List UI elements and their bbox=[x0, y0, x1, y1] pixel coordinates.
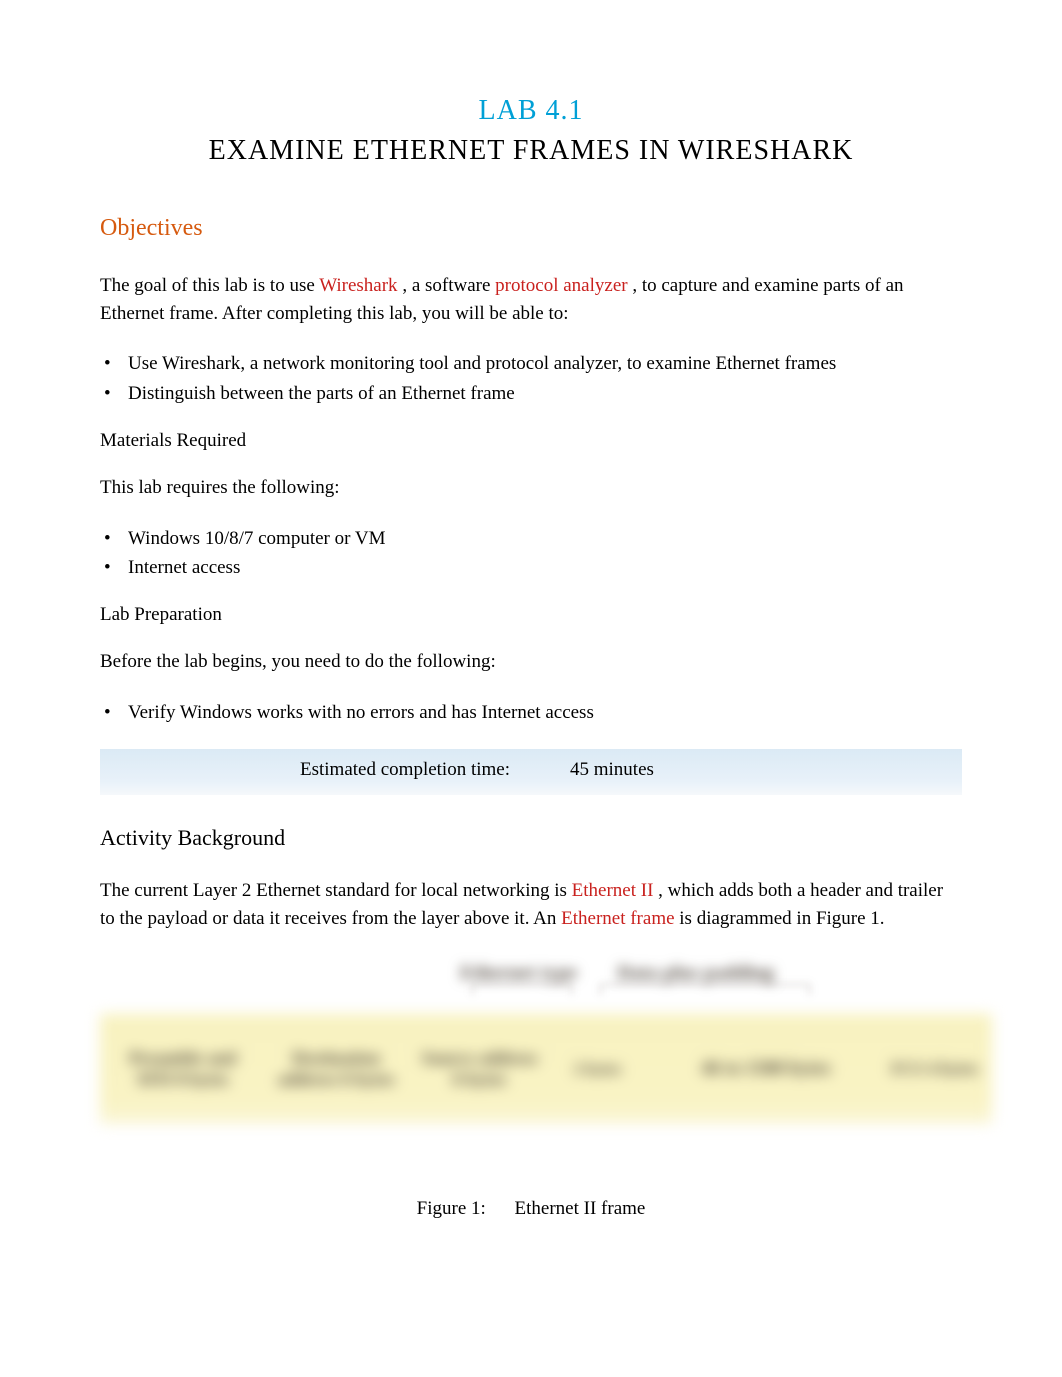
prep-intro: Before the lab begins, you need to do th… bbox=[100, 648, 962, 676]
term-wireshark: Wireshark bbox=[319, 275, 397, 296]
list-item: Use Wireshark, a network monitoring tool… bbox=[100, 349, 962, 378]
time-value: 45 minutes bbox=[570, 759, 654, 781]
term-ethernet-frame: Ethernet frame bbox=[561, 908, 674, 929]
time-box: Estimated completion time: 45 minutes bbox=[100, 749, 962, 795]
frame-cell-preamble: Preamble and SFD 8 bytes bbox=[106, 1048, 259, 1091]
list-item: Windows 10/8/7 computer or VM bbox=[100, 524, 962, 553]
objectives-list: Use Wireshark, a network monitoring tool… bbox=[100, 349, 962, 408]
prep-heading: Lab Preparation bbox=[100, 604, 962, 626]
time-label: Estimated completion time: bbox=[300, 759, 570, 781]
materials-list: Windows 10/8/7 computer or VM Internet a… bbox=[100, 524, 962, 583]
term-protocol-analyzer: protocol analyzer bbox=[495, 275, 627, 296]
lab-title: EXAMINE ETHERNET FRAMES IN WIRESHARK bbox=[100, 135, 962, 167]
text: The current Layer 2 Ethernet standard fo… bbox=[100, 880, 572, 901]
list-item: Verify Windows works with no errors and … bbox=[100, 698, 962, 727]
prep-list: Verify Windows works with no errors and … bbox=[100, 698, 962, 727]
diagram-top-labels: Ethernet type Data plus padding bbox=[460, 962, 820, 985]
objectives-heading: Objectives bbox=[100, 215, 962, 242]
frame-cell-dest: Destination address 6 bytes bbox=[259, 1048, 412, 1091]
term-ethernet-ii: Ethernet II bbox=[572, 880, 654, 901]
list-item: Distinguish between the parts of an Ethe… bbox=[100, 379, 962, 408]
frame-cell-data: 46 to 1500 bytes bbox=[649, 1058, 883, 1081]
activity-paragraph: The current Layer 2 Ethernet standard fo… bbox=[100, 877, 962, 932]
bracket bbox=[472, 984, 572, 1012]
bracket bbox=[600, 984, 810, 1012]
ethernet-frame-diagram: Preamble and SFD 8 bytes Destination add… bbox=[100, 1014, 992, 1124]
frame-cell-src: Source address 6 bytes bbox=[413, 1048, 546, 1091]
materials-heading: Materials Required bbox=[100, 430, 962, 452]
label: Ethernet type bbox=[460, 962, 577, 985]
lab-number: LAB 4.1 bbox=[100, 95, 962, 127]
figure-text: Ethernet II frame bbox=[515, 1198, 646, 1219]
figure-caption: Figure 1: Ethernet II frame bbox=[100, 1198, 962, 1220]
label: Data plus padding bbox=[617, 962, 774, 985]
activity-heading: Activity Background bbox=[100, 825, 962, 851]
frame-cell-fcs: FCS 4 bytes bbox=[883, 1059, 986, 1079]
text: , a software bbox=[402, 275, 495, 296]
figure-diagram: Ethernet type Data plus padding Preamble… bbox=[100, 962, 962, 1162]
figure-number: Figure 1: bbox=[417, 1198, 486, 1220]
materials-intro: This lab requires the following: bbox=[100, 474, 962, 502]
text: is diagrammed in Figure 1. bbox=[679, 908, 884, 929]
text: The goal of this lab is to use bbox=[100, 275, 319, 296]
frame-cell-type: 2 bytes bbox=[546, 1060, 649, 1079]
list-item: Internet access bbox=[100, 553, 962, 582]
objectives-intro: The goal of this lab is to use Wireshark… bbox=[100, 272, 962, 327]
